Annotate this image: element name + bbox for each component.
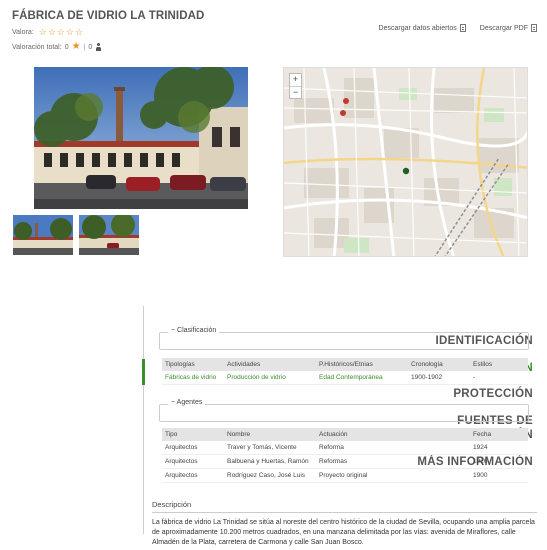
star-icon[interactable]: ☆	[66, 28, 74, 37]
column-header: Nombre	[227, 431, 251, 438]
download-pdf-label[interactable]: Descargar PDF	[480, 25, 528, 32]
downloads: Descargar datos abiertos Descargar PDF	[379, 24, 537, 32]
column-header: Cronología	[411, 361, 443, 368]
table-cell: Rodríguez Caso, José Luis	[227, 472, 306, 479]
table-cell: Reformas	[319, 458, 348, 465]
thumbnail-illustration	[79, 215, 139, 255]
table-header: Tipo Nombre Actuación Fecha	[162, 428, 528, 441]
pdf-icon[interactable]	[531, 24, 537, 32]
photo-thumbnail[interactable]	[79, 215, 139, 255]
star-icon[interactable]: ☆	[39, 28, 47, 37]
table-row: Arquitectos Rodríguez Caso, José Luis Pr…	[162, 469, 528, 483]
table-cell: Balbuena y Huertas, Ramón	[227, 458, 309, 465]
page-title: FÁBRICA DE VIDRIO LA TRINIDAD	[12, 10, 205, 22]
download-pdf-link[interactable]: Descargar PDF	[480, 24, 537, 32]
votes-value: 0	[88, 43, 93, 51]
valora-label: Valora:	[12, 29, 34, 36]
star-icon[interactable]: ☆	[75, 28, 83, 37]
active-indicator	[142, 359, 145, 385]
column-header: Actividades	[227, 361, 261, 368]
column-header: Estilos	[473, 361, 493, 368]
document-icon[interactable]	[459, 24, 466, 32]
rating-row: Valora: ☆ ☆ ☆ ☆ ☆	[12, 28, 83, 37]
table-cell: Traver y Tomás, Vicente	[227, 444, 297, 451]
zoom-in-button[interactable]: +	[290, 74, 301, 86]
map-zoom-control: + −	[289, 73, 302, 99]
factory-photo-illustration	[34, 67, 248, 209]
table-row: Arquitectos Balbuena y Huertas, Ramón Re…	[162, 455, 528, 469]
table-cell: Arquitectos	[165, 444, 198, 451]
location-map[interactable]: + −	[283, 67, 528, 257]
person-icon	[95, 43, 102, 51]
zoom-out-button[interactable]: −	[290, 86, 301, 98]
column-header: P.Históricos/Etnias	[319, 361, 373, 368]
table-cell: 1924	[473, 444, 488, 451]
descripcion-text: La fábrica de vidrio La Trinidad se sitú…	[152, 519, 535, 546]
column-header: Tipo	[165, 431, 178, 438]
star-filled-icon: ★	[71, 41, 81, 52]
download-open-data-link[interactable]: Descargar datos abiertos	[379, 24, 466, 32]
actividad-link[interactable]: Producción de vidrio	[224, 374, 316, 381]
separator: |	[83, 43, 86, 51]
rating-stars[interactable]: ☆ ☆ ☆ ☆ ☆	[39, 28, 83, 37]
agentes-table: Tipo Nombre Actuación Fecha Arquitectos …	[162, 428, 528, 483]
clasificacion-toggle[interactable]: − Clasificación	[168, 327, 220, 334]
column-header: Tipologías	[165, 361, 195, 368]
column-header: Fecha	[473, 431, 492, 438]
table-cell: 1900-1902	[411, 374, 443, 381]
thumbnail-illustration	[13, 215, 73, 255]
download-open-data-label[interactable]: Descargar datos abiertos	[379, 25, 457, 32]
star-icon[interactable]: ☆	[57, 28, 65, 37]
clasificacion-table: Tipologías Actividades P.Históricos/Etni…	[162, 358, 528, 385]
total-rating-row: Valoración total: 0 ★ | 0	[12, 42, 102, 52]
table-row: Arquitectos Traver y Tomás, Vicente Refo…	[162, 441, 528, 455]
table-cell: Arquitectos	[165, 458, 198, 465]
periodo-link[interactable]: Edad Contemporánea	[316, 374, 408, 381]
star-icon[interactable]: ☆	[48, 28, 56, 37]
nav-divider	[143, 306, 144, 534]
clasificacion-panel: − Clasificación	[159, 327, 529, 350]
nav-proteccion[interactable]: PROTECCIÓN	[453, 387, 533, 401]
descripcion-heading: Descripción	[152, 500, 537, 513]
table-cell: Proyecto original	[319, 472, 368, 479]
photo-thumbnail[interactable]	[13, 215, 73, 255]
agentes-panel: − Agentes	[159, 399, 529, 422]
table-header: Tipologías Actividades P.Históricos/Etni…	[162, 358, 528, 371]
column-header: Actuación	[319, 431, 348, 438]
table-cell: -	[473, 374, 476, 381]
table-row: Fábricas de vidrio Producción de vidrio …	[162, 371, 528, 385]
total-rating-value: 0	[64, 43, 69, 51]
table-cell: Arquitectos	[165, 472, 198, 479]
table-cell: 1900	[473, 472, 488, 479]
table-cell: 1926	[473, 458, 488, 465]
table-cell: Reforma	[319, 444, 344, 451]
agentes-toggle[interactable]: − Agentes	[168, 399, 206, 406]
tipologia-link[interactable]: Fábricas de vidrio	[162, 374, 224, 381]
map-tiles	[284, 68, 527, 256]
total-rating-label: Valoración total:	[12, 43, 62, 51]
main-photo[interactable]	[34, 67, 248, 209]
